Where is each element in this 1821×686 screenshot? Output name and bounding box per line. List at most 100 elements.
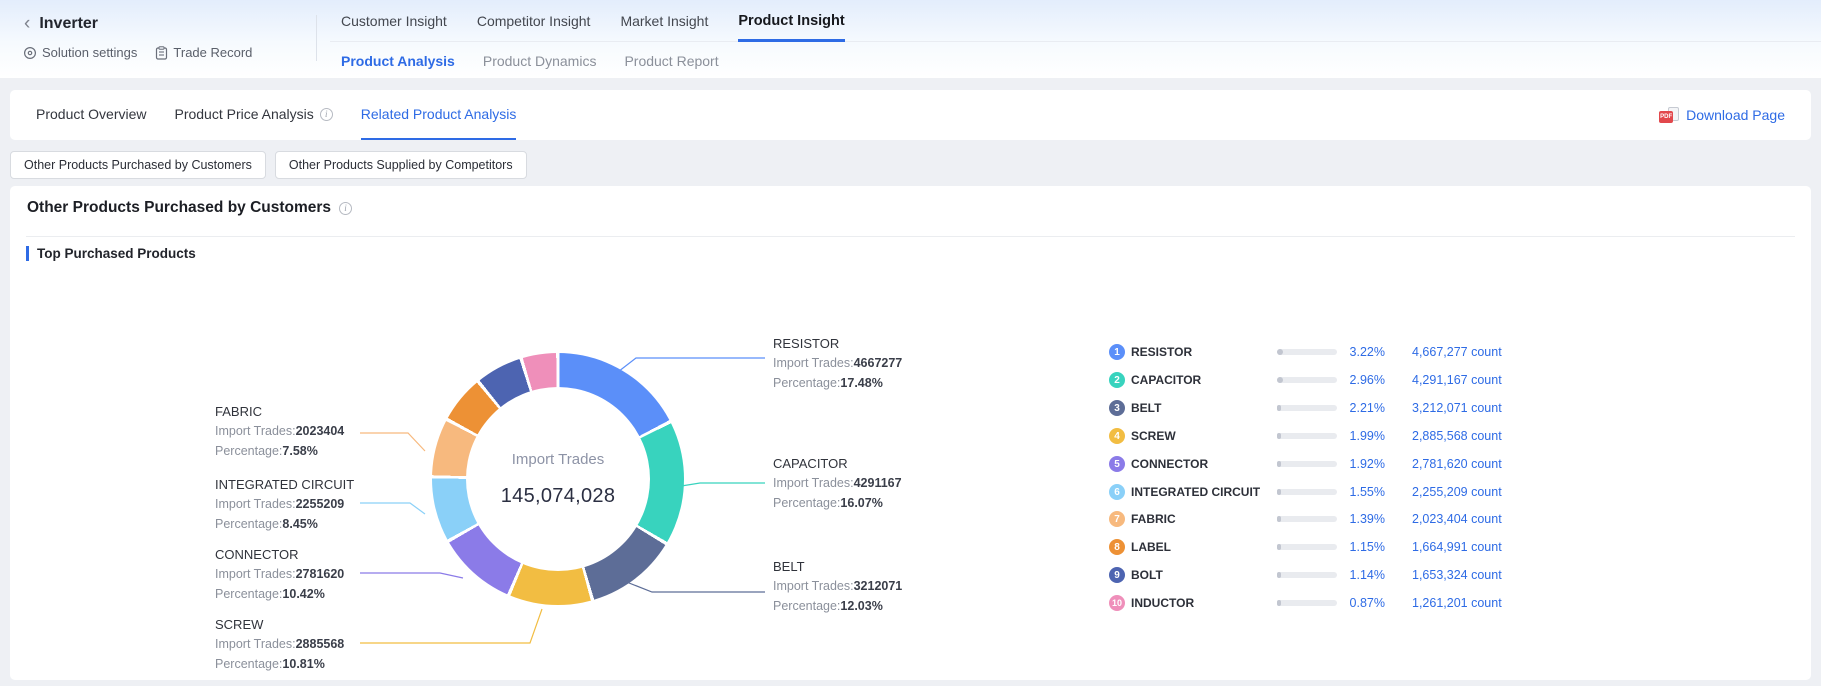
legend-progress-bar [1277, 572, 1337, 578]
percentage-value: 10.42% [282, 587, 324, 601]
legend-count: 2,781,620 count [1412, 457, 1502, 471]
tab-product-price-analysis[interactable]: Product Price Analysis i [174, 90, 332, 140]
percentage-prefix: Percentage: [215, 444, 282, 458]
legend-rank-badge: 7 [1109, 511, 1125, 527]
callout-import-trades: Import Trades:4667277 [773, 353, 948, 373]
price-analysis-info-icon[interactable]: i [320, 108, 333, 121]
legend-product-name: INDUCTOR [1131, 596, 1194, 610]
tab-related-product-analysis[interactable]: Related Product Analysis [361, 90, 517, 140]
legend-count: 2,023,404 count [1412, 512, 1502, 526]
callout-title: FABRIC [215, 403, 390, 421]
legend-share-percent: 3.22% [1341, 345, 1385, 359]
legend-row-connector[interactable]: 5CONNECTOR1.92%2,781,620 count [1109, 455, 1519, 473]
filter-chips: Other Products Purchased by Customers Ot… [10, 151, 527, 179]
legend-progress-fill [1277, 572, 1281, 578]
donut-chart[interactable]: Import Trades 145,074,028 [432, 353, 684, 605]
legend-progress-bar [1277, 405, 1337, 411]
legend-share-percent: 2.96% [1341, 373, 1385, 387]
solution-settings-button[interactable]: Solution settings [23, 45, 137, 60]
solution-settings-label: Solution settings [42, 45, 137, 60]
section-info-icon[interactable]: i [339, 202, 352, 215]
legend-progress-fill [1277, 461, 1281, 467]
percentage-prefix: Percentage: [773, 376, 840, 390]
legend-share-percent: 1.99% [1341, 429, 1385, 443]
tab-product-insight[interactable]: Product Insight [738, 0, 844, 42]
legend-row-resistor[interactable]: 1RESISTOR3.22%4,667,277 count [1109, 343, 1519, 361]
legend-progress-fill [1277, 489, 1281, 495]
legend-product-name: RESISTOR [1131, 345, 1192, 359]
section-header: Other Products Purchased by Customers i [27, 199, 352, 217]
callout-percentage: Percentage:8.45% [215, 514, 390, 534]
legend-progress-bar [1277, 516, 1337, 522]
legend-row-bolt[interactable]: 9BOLT1.14%1,653,324 count [1109, 566, 1519, 584]
legend-count: 2,885,568 count [1412, 429, 1502, 443]
callout-percentage: Percentage:7.58% [215, 441, 390, 461]
main-card: Other Products Purchased by Customers i … [10, 186, 1811, 680]
legend-row-integrated-circuit[interactable]: 6INTEGRATED CIRCUIT1.55%2,255,209 count [1109, 483, 1519, 501]
primary-nav: Customer Insight Competitor Insight Mark… [341, 0, 845, 42]
legend-row-capacitor[interactable]: 2CAPACITOR2.96%4,291,167 count [1109, 371, 1519, 389]
download-page-button[interactable]: PDF Download Page [1659, 90, 1785, 140]
filter-purchased-by-customers-button[interactable]: Other Products Purchased by Customers [10, 151, 266, 179]
legend-count: 1,653,324 count [1412, 568, 1502, 582]
donut-center-value: 145,074,028 [501, 485, 616, 508]
percentage-prefix: Percentage: [215, 657, 282, 671]
tab-product-overview[interactable]: Product Overview [36, 90, 146, 140]
legend-progress-fill [1277, 405, 1281, 411]
legend-row-screw[interactable]: 4SCREW1.99%2,885,568 count [1109, 427, 1519, 445]
back-chevron-icon[interactable]: ‹ [24, 13, 30, 35]
callout-import-trades: Import Trades:3212071 [773, 576, 948, 596]
legend-share-percent: 1.92% [1341, 457, 1385, 471]
tab-market-insight[interactable]: Market Insight [620, 0, 708, 42]
legend-progress-bar [1277, 489, 1337, 495]
trade-record-button[interactable]: Trade Record [155, 45, 252, 60]
import-trades-value: 2255209 [296, 497, 345, 511]
legend-product-name: BELT [1131, 401, 1161, 415]
percentage-value: 17.48% [840, 376, 882, 390]
legend-progress-bar [1277, 600, 1337, 606]
legend-progress-fill [1277, 377, 1283, 383]
legend-progress-bar [1277, 377, 1337, 383]
subtab-product-report[interactable]: Product Report [624, 53, 718, 69]
subsection-title: Top Purchased Products [37, 246, 196, 261]
legend-count: 1,261,201 count [1412, 596, 1502, 610]
legend-progress-bar [1277, 461, 1337, 467]
legend-progress-fill [1277, 544, 1281, 550]
legend-product-name: SCREW [1131, 429, 1176, 443]
callout-title: CAPACITOR [773, 455, 948, 473]
subtab-product-analysis[interactable]: Product Analysis [341, 53, 455, 69]
percentage-value: 7.58% [282, 444, 317, 458]
legend-rank-badge: 8 [1109, 539, 1125, 555]
legend-progress-fill [1277, 516, 1281, 522]
header-actions: Solution settings Trade Record [23, 45, 252, 60]
legend-product-name: LABEL [1131, 540, 1171, 554]
tab-product-price-analysis-label: Product Price Analysis [174, 106, 313, 122]
callout-import-trades: Import Trades:2255209 [215, 494, 390, 514]
percentage-value: 16.07% [840, 496, 882, 510]
leader-line-belt [624, 581, 765, 592]
percentage-value: 12.03% [840, 599, 882, 613]
legend-product-name: INTEGRATED CIRCUIT [1131, 485, 1260, 499]
legend-progress-fill [1277, 433, 1281, 439]
callout-integrated-circuit: INTEGRATED CIRCUITImport Trades:2255209P… [215, 476, 390, 534]
legend-row-inductor[interactable]: 10INDUCTOR0.87%1,261,201 count [1109, 594, 1519, 612]
donut-center-label: Import Trades [512, 451, 605, 468]
tab-competitor-insight[interactable]: Competitor Insight [477, 0, 591, 42]
legend-share-percent: 2.21% [1341, 401, 1385, 415]
callout-connector: CONNECTORImport Trades:2781620Percentage… [215, 546, 390, 604]
import-trades-value: 2781620 [296, 567, 345, 581]
callout-import-trades: Import Trades:2781620 [215, 564, 390, 584]
legend-row-fabric[interactable]: 7FABRIC1.39%2,023,404 count [1109, 510, 1519, 528]
legend-share-percent: 1.55% [1341, 485, 1385, 499]
legend-row-belt[interactable]: 3BELT2.21%3,212,071 count [1109, 399, 1519, 417]
subtab-product-dynamics[interactable]: Product Dynamics [483, 53, 597, 69]
import-trades-prefix: Import Trades: [215, 497, 296, 511]
tab-customer-insight[interactable]: Customer Insight [341, 0, 447, 42]
legend-row-label[interactable]: 8LABEL1.15%1,664,991 count [1109, 538, 1519, 556]
legend-rank-badge: 10 [1109, 595, 1125, 611]
filter-supplied-by-competitors-button[interactable]: Other Products Supplied by Competitors [275, 151, 527, 179]
trade-record-label: Trade Record [173, 45, 252, 60]
callout-import-trades: Import Trades:4291167 [773, 473, 948, 493]
section-divider [26, 236, 1795, 237]
legend-count: 2,255,209 count [1412, 485, 1502, 499]
